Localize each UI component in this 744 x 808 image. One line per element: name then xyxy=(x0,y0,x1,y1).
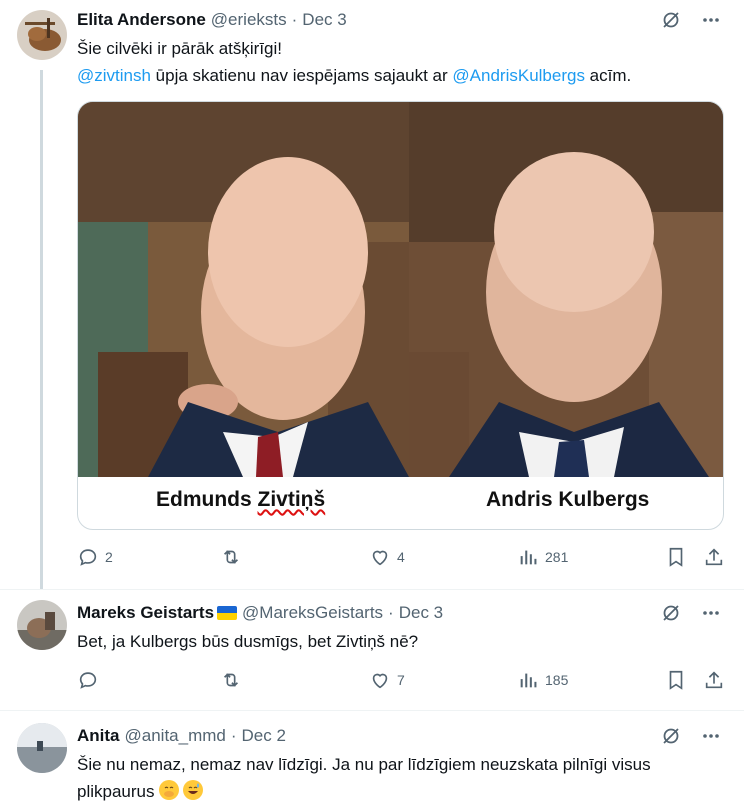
media-image[interactable]: Edmunds Zivtiņš Andris Kulbergs xyxy=(77,101,724,530)
separator-dot: · xyxy=(230,726,237,745)
tweet-anita[interactable]: Anita @anita_mmd · Dec 2 Šie nu nemaz, n… xyxy=(0,711,744,801)
action-bar: 2 4 281 xyxy=(77,546,727,572)
mention-andriskulbergs[interactable]: @AndrisKulbergs xyxy=(452,66,585,85)
caption-right: Andris Kulbergs xyxy=(486,488,650,511)
repost-button[interactable] xyxy=(220,669,248,691)
caption-left-last: Zivtiņš xyxy=(257,488,326,511)
grok-icon[interactable] xyxy=(660,725,682,747)
tweet-date[interactable]: Dec 3 xyxy=(302,10,346,30)
tweet-text: Šie cilvēki ir pārāk atšķirīgi! @zivtins… xyxy=(77,35,727,89)
thread-line xyxy=(40,70,43,590)
author-name[interactable]: Anita xyxy=(77,726,120,746)
tweet-date[interactable]: Dec 2 xyxy=(242,726,286,746)
bookmark-button[interactable] xyxy=(665,669,687,691)
views-icon xyxy=(520,673,537,688)
separator-dot: · xyxy=(388,603,394,622)
mention-zivtinsh[interactable]: @zivtinsh xyxy=(77,66,151,85)
photo-left xyxy=(78,102,409,477)
more-icon[interactable] xyxy=(700,725,722,747)
author-name[interactable]: Mareks Geistarts xyxy=(77,603,214,623)
share-icon xyxy=(705,548,723,566)
bookmark-icon xyxy=(669,547,683,567)
author-handle[interactable]: @erieksts xyxy=(211,10,287,30)
bookmark-button[interactable] xyxy=(665,546,687,568)
photo-right xyxy=(409,102,723,477)
like-button[interactable]: 4 xyxy=(369,546,405,568)
share-icon xyxy=(705,671,723,689)
views-icon xyxy=(520,550,537,565)
author-handle[interactable]: @MareksGeistarts xyxy=(242,603,383,623)
caption-left: Edmunds Zivtiņš xyxy=(156,488,325,512)
bookmark-icon xyxy=(669,670,683,690)
like-count: 7 xyxy=(397,672,405,688)
grok-icon[interactable] xyxy=(660,602,682,624)
tweet-text: Šie nu nemaz, nemaz nav līdzīgi. Ja nu p… xyxy=(77,751,717,805)
like-icon xyxy=(372,673,388,689)
views-count: 185 xyxy=(545,672,569,688)
avatar[interactable] xyxy=(17,600,67,650)
separator-dot: · xyxy=(291,10,298,29)
hand-over-mouth-emoji-icon xyxy=(158,780,179,800)
caption-left-first: Edmunds xyxy=(156,488,258,511)
repost-icon xyxy=(223,550,239,564)
grok-icon[interactable] xyxy=(660,9,682,31)
tweet-header: Elita Andersone @erieksts · Dec 3 xyxy=(77,9,347,31)
reply-button[interactable]: 2 xyxy=(77,546,113,568)
header-icons xyxy=(660,725,722,747)
like-icon xyxy=(372,550,388,566)
author-handle[interactable]: @anita_mmd xyxy=(125,726,226,746)
author-name[interactable]: Elita Andersone xyxy=(77,10,206,30)
header-icons xyxy=(660,9,722,31)
reply-icon xyxy=(79,672,97,689)
header-icons xyxy=(660,602,722,624)
reply-count: 2 xyxy=(105,549,113,565)
avatar[interactable] xyxy=(17,723,67,773)
avatar[interactable] xyxy=(17,10,67,60)
tweet-header: Mareks Geistarts @MareksGeistarts · Dec … xyxy=(77,602,443,624)
tweet-date[interactable]: Dec 3 xyxy=(399,603,443,623)
views-button[interactable]: 281 xyxy=(517,546,568,568)
tweet-end-text: acīm. xyxy=(584,66,632,85)
tweet-mareks[interactable]: Mareks Geistarts @MareksGeistarts · Dec … xyxy=(0,590,744,710)
more-icon[interactable] xyxy=(700,9,722,31)
tweet-header: Anita @anita_mmd · Dec 2 xyxy=(77,725,286,747)
like-button[interactable]: 7 xyxy=(369,669,405,691)
more-icon[interactable] xyxy=(700,602,722,624)
like-count: 4 xyxy=(397,549,405,565)
reply-icon xyxy=(79,549,97,566)
tweet-line-1: Šie cilvēki ir pārāk atšķirīgi! xyxy=(77,39,283,58)
reply-button[interactable] xyxy=(77,669,105,691)
views-button[interactable]: 185 xyxy=(517,669,568,691)
tweet-elita[interactable]: Elita Andersone @erieksts · Dec 3 Šie ci… xyxy=(0,0,744,590)
repost-icon xyxy=(223,673,239,687)
tweet-line-2: @zivtinsh ūpja skatienu nav iespējams sa… xyxy=(77,62,727,89)
tweet-text: Bet, ja Kulbergs būs dusmīgs, bet Zivtiņ… xyxy=(77,632,419,651)
tweet-mid-text: ūpja skatienu nav iespējams sajaukt ar xyxy=(150,66,453,85)
repost-button[interactable] xyxy=(220,546,248,568)
views-count: 281 xyxy=(545,549,569,565)
share-button[interactable] xyxy=(703,546,725,568)
ukraine-flag-icon xyxy=(217,606,238,620)
grinning-sweat-emoji-icon xyxy=(182,780,203,800)
caption-left-text: Edmunds Zivtiņš xyxy=(156,488,325,511)
share-button[interactable] xyxy=(703,669,725,691)
action-bar: 7 185 xyxy=(77,669,727,695)
